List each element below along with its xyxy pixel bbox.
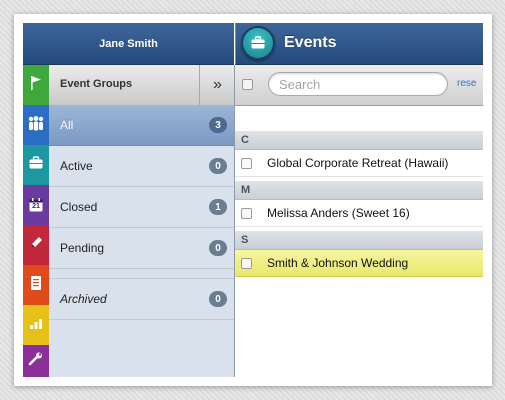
event-checkbox[interactable] [241, 158, 252, 169]
group-label: Archived [60, 292, 107, 306]
event-name: Global Corporate Retreat (Hawaii) [267, 156, 449, 170]
module-tab-rail: 21 [23, 65, 49, 377]
group-label: Closed [60, 200, 98, 214]
tab-people[interactable] [23, 105, 49, 146]
app-window: Jane Smith Events 21 Event Groups » All … [23, 23, 483, 377]
event-name: Melissa Anders (Sweet 16) [267, 206, 410, 220]
tab-document[interactable] [23, 265, 49, 306]
count-badge: 1 [209, 199, 227, 215]
user-bar: Jane Smith [23, 23, 234, 65]
event-row[interactable]: Global Corporate Retreat (Hawaii) [235, 150, 483, 177]
wrench-icon [28, 351, 44, 372]
tab-settings[interactable] [23, 345, 49, 377]
flag-icon [29, 75, 43, 96]
briefcase-icon [28, 155, 44, 176]
people-icon [27, 115, 45, 136]
calendar-icon: 21 [28, 197, 44, 213]
event-groups-title: Event Groups [60, 78, 133, 90]
count-badge: 0 [209, 291, 227, 307]
event-groups-header: Event Groups » [49, 65, 234, 106]
count-badge: 0 [209, 240, 227, 256]
search-input[interactable] [268, 72, 448, 96]
section-letter: S [241, 234, 249, 246]
user-name: Jane Smith [99, 37, 158, 50]
page-title: Events [284, 34, 337, 51]
count-badge: 3 [209, 117, 227, 133]
tab-flag[interactable] [23, 65, 49, 106]
group-label: All [60, 118, 74, 132]
section-letter: C [241, 134, 249, 146]
tab-reports[interactable] [23, 305, 49, 346]
pen-icon [28, 235, 44, 256]
event-groups-panel: Event Groups » All 3 Active 0 Closed 1 P… [49, 65, 235, 377]
event-row[interactable]: Smith & Johnson Wedding [235, 250, 483, 277]
count-badge: 0 [209, 158, 227, 174]
document-icon [29, 275, 43, 296]
event-name: Smith & Johnson Wedding [267, 256, 409, 270]
reset-link[interactable]: rese [457, 78, 476, 89]
group-item-all[interactable]: All 3 [49, 105, 234, 146]
event-checkbox[interactable] [241, 258, 252, 269]
group-item-pending[interactable]: Pending 0 [49, 228, 234, 269]
section-header-s: S [235, 231, 483, 250]
select-all-checkbox[interactable] [242, 79, 253, 90]
collapse-panel-button[interactable]: » [199, 65, 235, 105]
section-letter: M [241, 184, 251, 196]
section-header-m: M [235, 181, 483, 200]
screenshot-frame: Jane Smith Events 21 Event Groups » All … [14, 14, 492, 386]
tab-pen[interactable] [23, 225, 49, 266]
event-checkbox[interactable] [241, 208, 252, 219]
events-title-bar: Events [235, 23, 483, 65]
tab-events[interactable] [23, 145, 49, 186]
group-label: Pending [60, 241, 105, 255]
group-item-archived[interactable]: Archived 0 [49, 278, 234, 320]
briefcase-icon [241, 26, 275, 60]
calendar-day-label: 21 [32, 203, 40, 210]
search-bar: rese [235, 65, 483, 106]
group-item-active[interactable]: Active 0 [49, 146, 234, 187]
tab-calendar[interactable]: 21 [23, 185, 49, 226]
events-list-panel: rese C Global Corporate Retreat (Hawaii)… [235, 65, 483, 377]
event-row[interactable]: Melissa Anders (Sweet 16) [235, 200, 483, 227]
section-header-c: C [235, 131, 483, 150]
group-item-closed[interactable]: Closed 1 [49, 187, 234, 228]
bar-chart-icon [28, 315, 44, 336]
group-label: Active [60, 159, 93, 173]
